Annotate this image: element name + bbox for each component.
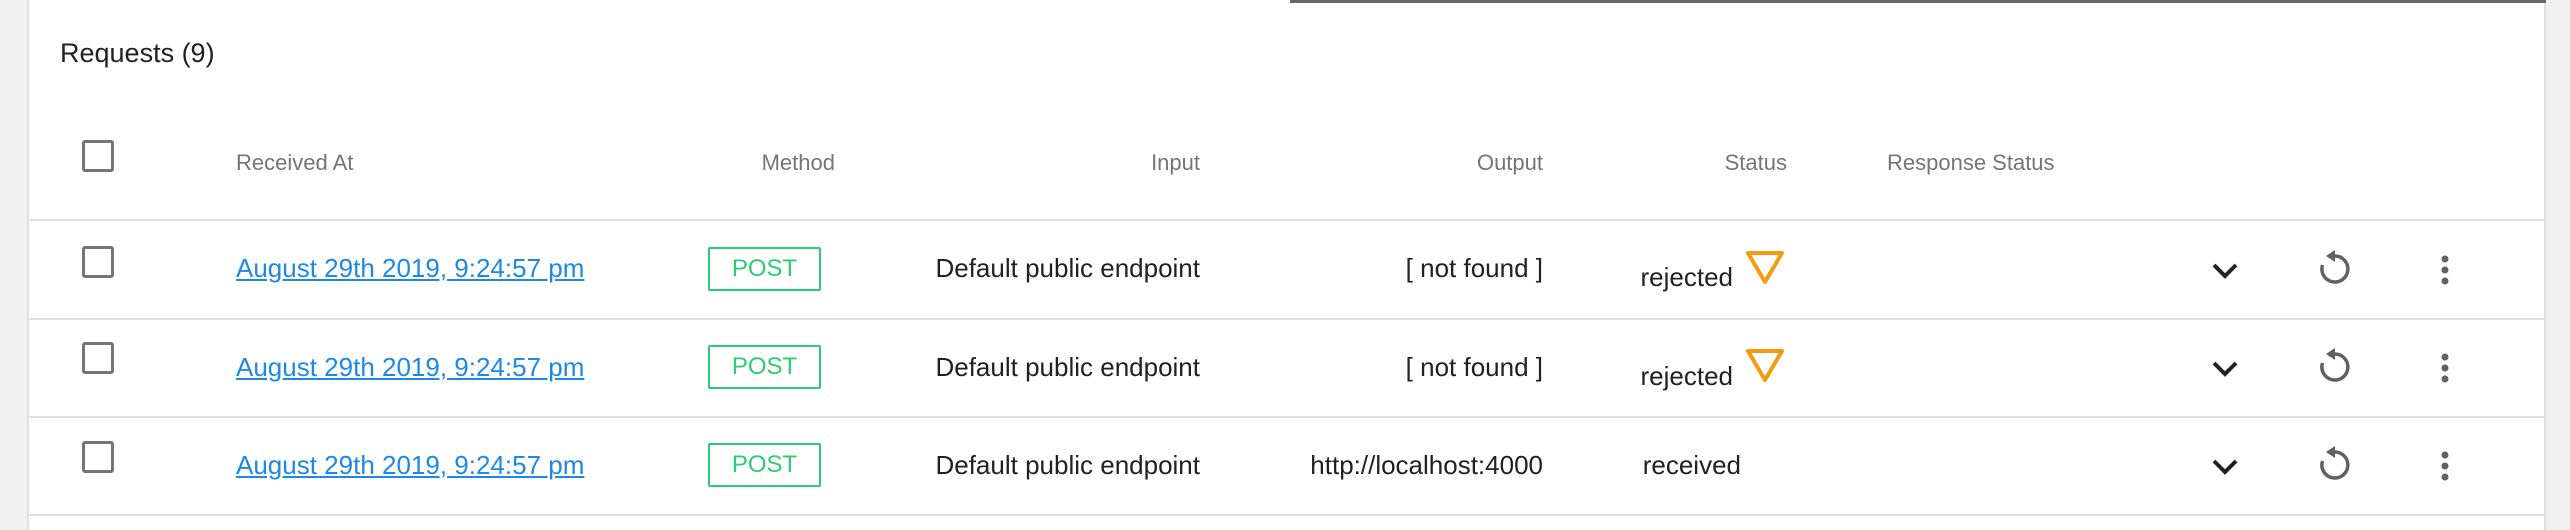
method-badge: POST [708,247,821,291]
row-checkbox[interactable] [82,441,114,473]
method-badge: POST [708,443,821,487]
chevron-down-icon[interactable] [2205,446,2245,486]
chevron-down-icon[interactable] [2205,348,2245,388]
warning-triangle-icon [1746,251,1784,284]
input-cell: Default public endpoint [935,352,1200,382]
method-badge: POST [708,345,821,389]
loading-bar [1290,0,2546,3]
more-vert-icon[interactable] [2425,446,2465,486]
select-all-checkbox[interactable] [82,140,114,172]
input-cell: Default public endpoint [935,450,1200,480]
header-divider [27,219,2546,221]
row-checkbox[interactable] [82,342,114,374]
more-vert-icon[interactable] [2425,348,2465,388]
column-header-output[interactable]: Output [1340,150,1543,176]
received-at-link[interactable]: August 29th 2019, 9:24:57 pm [236,352,584,383]
received-at-link[interactable]: August 29th 2019, 9:24:57 pm [236,450,584,481]
page-title: Requests (9) [60,38,215,68]
column-header-response-status[interactable]: Response Status [1887,150,2055,176]
column-header-status[interactable]: Status [1600,150,1787,176]
replay-icon[interactable] [2315,248,2355,288]
received-at-link[interactable]: August 29th 2019, 9:24:57 pm [236,253,584,284]
row-divider [27,416,2546,418]
status-cell: received [1642,450,1741,480]
status-cell: rejected [1640,262,1734,292]
output-cell: [ not found ] [1405,352,1543,382]
row-checkbox[interactable] [82,246,114,278]
input-cell: Default public endpoint [935,253,1200,283]
column-header-method[interactable]: Method [700,150,835,176]
more-vert-icon[interactable] [2425,250,2465,290]
row-divider [27,514,2546,516]
warning-triangle-icon [1746,349,1784,382]
row-divider [27,318,2546,320]
output-cell: http://localhost:4000 [1310,450,1543,480]
column-header-received-at[interactable]: Received At [236,150,353,176]
status-cell: rejected [1640,361,1734,391]
replay-icon[interactable] [2315,444,2355,484]
replay-icon[interactable] [2315,346,2355,386]
output-cell: [ not found ] [1405,253,1543,283]
column-header-input[interactable]: Input [1000,150,1200,176]
chevron-down-icon[interactable] [2205,250,2245,290]
